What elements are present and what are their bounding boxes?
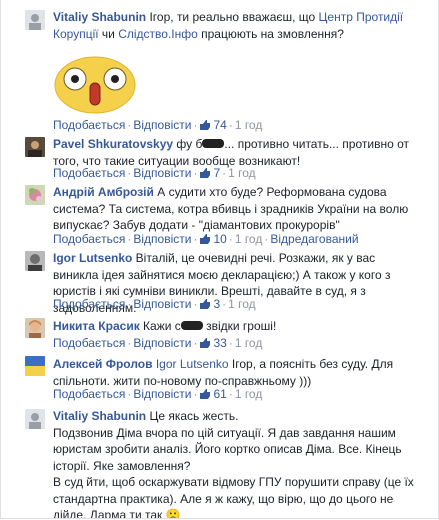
comment-author[interactable]: Vitaliy Shabunin	[53, 409, 146, 423]
thumbs-up-icon[interactable]	[199, 167, 211, 182]
thumbs-up-icon[interactable]	[199, 337, 211, 352]
edited-label[interactable]: Відредагований	[270, 232, 358, 246]
thumbs-up-icon[interactable]	[199, 298, 211, 313]
comment-text-part: Ігор, ти реально вважаєш, що	[146, 10, 319, 24]
reply-button[interactable]: Відповісти	[133, 232, 191, 246]
mention-link[interactable]: Igor Lutsenko	[156, 357, 229, 371]
comment-text: Vitaliy Shabunin Це якась жесть. Подзвон…	[53, 408, 423, 519]
comment-author[interactable]: Igor Lutsenko	[53, 251, 132, 265]
comment-text: Никита Красик Кажи с звідки гроші!	[53, 318, 423, 335]
timestamp[interactable]: 1 год	[228, 297, 256, 311]
comments-panel: Vitaliy Shabunin Ігор, ти реально вважає…	[0, 0, 439, 519]
shocked-face-sticker	[53, 55, 137, 115]
comment-author[interactable]: Алексей Фролов	[53, 357, 153, 371]
comment-actions: Подобається · Відповісти · 33 · 1 год	[53, 336, 263, 352]
comment-text: Vitaliy Shabunin Ігор, ти реально вважає…	[53, 9, 423, 42]
comment-author[interactable]: Pavel Shkuratovskyy	[53, 137, 173, 151]
avatar[interactable]	[25, 137, 45, 157]
comment-actions: Подобається · Відповісти · 10 · 1 год · Відредаг…	[53, 232, 359, 248]
comment-text-part: Це якась жесть.	[146, 409, 239, 423]
like-button[interactable]: Подобається	[53, 166, 125, 180]
timestamp[interactable]: 1 год	[235, 387, 263, 401]
comment-text: Алексей Фролов Igor Lutsenko Ігор, а поя…	[53, 356, 423, 389]
comment-actions: Подобається · Відповісти · 3 · 1 год	[53, 297, 256, 313]
timestamp[interactable]: 1 год	[235, 232, 263, 246]
comment-text: Андрій Амброзій А судити хто буде? Рефор…	[53, 184, 423, 234]
reply-button[interactable]: Відповісти	[133, 118, 191, 132]
comment-text-part: звідки гроші!	[202, 319, 277, 333]
timestamp[interactable]: 1 год	[228, 166, 256, 180]
like-button[interactable]: Подобається	[53, 387, 125, 401]
like-count[interactable]: 10	[213, 232, 226, 246]
comment-text-part: чи	[98, 26, 119, 41]
avatar[interactable]	[25, 318, 45, 338]
avatar[interactable]	[25, 356, 45, 376]
comment-author[interactable]: Андрій Амброзій	[53, 185, 154, 199]
comment-actions: Подобається · Відповісти · 61 · 1 год	[53, 387, 263, 403]
comment-paragraph: В суд йти, щоб оскаржувати відмову ГПУ п…	[53, 475, 414, 519]
thumbs-up-icon[interactable]	[199, 119, 211, 134]
comment-actions: Подобається · Відповісти · 7 · 1 год	[53, 166, 256, 182]
like-count[interactable]: 33	[213, 336, 226, 350]
redaction-mark	[202, 139, 225, 148]
timestamp[interactable]: 1 год	[235, 118, 263, 132]
avatar[interactable]	[25, 10, 45, 30]
comment-author[interactable]: Никита Красик	[53, 319, 140, 333]
comment-text-part: працюють на змовлення?	[197, 26, 344, 41]
comment-text-part: фу б	[173, 137, 203, 151]
comment-text-part: Кажи с	[139, 319, 181, 333]
timestamp[interactable]: 1 год	[235, 336, 263, 350]
thumbs-up-icon[interactable]	[199, 388, 211, 403]
comment-actions: Подобається · Відповісти · 74 · 1 год	[53, 118, 263, 134]
reply-button[interactable]: Відповісти	[133, 387, 191, 401]
comment-paragraph: Подзвонив Діма вчора по цій ситуації. Я …	[53, 425, 402, 473]
avatar[interactable]	[25, 185, 45, 205]
reply-button[interactable]: Відповісти	[133, 297, 191, 311]
like-button[interactable]: Подобається	[53, 232, 125, 246]
avatar[interactable]	[25, 409, 45, 429]
like-count[interactable]: 74	[213, 118, 226, 132]
like-button[interactable]: Подобається	[53, 336, 125, 350]
reply-button[interactable]: Відповісти	[133, 336, 191, 350]
comment-text: Pavel Shkuratovskyy фу б... противно чит…	[53, 136, 423, 169]
like-button[interactable]: Подобається	[53, 297, 125, 311]
comment-author[interactable]: Vitaliy Shabunin	[53, 10, 146, 24]
redaction-mark	[180, 321, 203, 330]
avatar[interactable]	[25, 251, 45, 271]
like-button[interactable]: Подобається	[53, 118, 125, 132]
like-count[interactable]: 61	[213, 387, 226, 401]
thumbs-up-icon[interactable]	[199, 233, 211, 248]
sad-face-emoji: 🙁	[165, 508, 181, 519]
reply-button[interactable]: Відповісти	[133, 166, 191, 180]
mention-link[interactable]: Слідство.Інфо	[118, 27, 198, 41]
